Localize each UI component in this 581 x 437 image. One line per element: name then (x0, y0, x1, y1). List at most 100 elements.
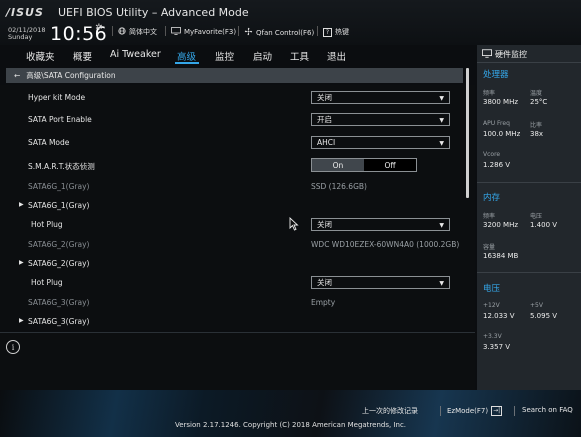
last-modified-label: 上一次的修改记录 (362, 407, 418, 415)
smart-toggle[interactable]: On Off (311, 158, 417, 172)
sata-port-enable-dropdown[interactable]: 开启 ▼ (311, 113, 450, 126)
setting-row-port1-expand[interactable]: ▶ SATA6G_1(Gray) (0, 197, 463, 215)
expand-arrow-icon: ▶ (19, 201, 24, 208)
setting-row-hyper-kit: Hyper kit Mode 关闭 ▼ (0, 89, 463, 107)
hotkeys-button[interactable]: ? 热键 (323, 27, 349, 37)
cpu-temp-label: 温度 (530, 90, 543, 97)
qfan-label: Qfan Control(F6) (256, 28, 315, 37)
vcore-value: 1.286 V (483, 161, 511, 169)
vcore-label: Vcore (483, 151, 501, 158)
hw-divider (477, 272, 581, 273)
ezmode-button[interactable]: EzMode(F7) →| (447, 406, 503, 416)
v5-value: 5.095 V (530, 312, 558, 320)
mem-volt-label: 电压 (530, 213, 543, 220)
hardware-monitor-panel: 硬件监控 处理器 频率 温度 3800 MHz 25°C APU Freq 比率… (477, 45, 581, 390)
device-info: WDC WD10EZEX-60WN4A0 (1000.2GB) (311, 240, 460, 249)
favorite-monitor-icon (171, 27, 181, 37)
v33-value: 3.357 V (483, 343, 511, 351)
settings-list: Hyper kit Mode 关闭 ▼ SATA Port Enable 开启 … (0, 85, 475, 330)
setting-label: SATA6G_2(Gray) (28, 240, 90, 249)
setting-row-sata-port-enable: SATA Port Enable 开启 ▼ (0, 111, 463, 129)
date-display: 02/11/2018 Sunday (8, 27, 45, 41)
sata-mode-dropdown[interactable]: AHCI ▼ (311, 136, 450, 149)
setting-row-sata-mode: SATA Mode AHCI ▼ (0, 134, 463, 152)
breadcrumb[interactable]: ← 高级\SATA Configuration (6, 68, 463, 83)
myfavorite-button[interactable]: MyFavorite(F3) (171, 27, 236, 37)
clock-settings-icon[interactable]: ✲ (95, 23, 103, 33)
language-button[interactable]: 简体中文 (118, 27, 157, 37)
tab-exit[interactable]: 退出 (327, 49, 346, 63)
language-label: 简体中文 (129, 28, 157, 36)
setting-row-port2-expand[interactable]: ▶ SATA6G_2(Gray) (0, 255, 463, 273)
hw-monitor-title-text: 硬件监控 (495, 50, 527, 59)
dropdown-value: 开启 (317, 115, 332, 124)
setting-label: S.M.A.R.T.状态侦测 (28, 162, 95, 171)
footer-separator (514, 406, 515, 416)
header-separator (112, 26, 113, 36)
hotplug2-dropdown[interactable]: 关闭 ▼ (311, 276, 450, 289)
back-arrow-icon[interactable]: ← (14, 71, 20, 80)
caret-down-icon: ▼ (439, 222, 444, 229)
toggle-off[interactable]: Off (364, 159, 416, 171)
hotkeys-label: 热键 (335, 28, 349, 36)
footer-separator (440, 406, 441, 416)
caret-down-icon: ▼ (439, 95, 444, 102)
setting-label: SATA6G_3(Gray) (28, 317, 90, 326)
globe-icon (118, 27, 126, 37)
v12-label: +12V (483, 302, 500, 309)
mem-volt-value: 1.400 V (530, 221, 558, 229)
tab-tool[interactable]: 工具 (290, 49, 309, 63)
last-modified-button[interactable]: 上一次的修改记录 (362, 406, 418, 416)
header-separator (165, 26, 166, 36)
v5-label: +5V (530, 302, 543, 309)
setting-label: Hot Plug (31, 278, 63, 287)
expand-arrow-icon: ▶ (19, 317, 24, 324)
mem-freq-value: 3200 MHz (483, 221, 519, 229)
settings-scrollbar[interactable] (466, 68, 469, 198)
tab-monitor[interactable]: 监控 (215, 49, 234, 63)
apu-freq-label: APU Freq (483, 120, 510, 127)
cpu-freq-label: 频率 (483, 90, 496, 97)
top-header: /ISUS UEFI BIOS Utility – Advanced Mode … (0, 0, 581, 45)
bios-title: UEFI BIOS Utility – Advanced Mode (58, 6, 249, 19)
mem-capacity-value: 16384 MB (483, 252, 519, 260)
memory-heading: 内存 (483, 193, 501, 203)
cpu-ratio-value: 38x (530, 130, 544, 138)
toggle-on[interactable]: On (312, 159, 364, 171)
ezmode-label: EzMode(F7) (447, 407, 489, 415)
setting-row-port3-expand[interactable]: ▶ SATA6G_3(Gray) (0, 313, 463, 331)
v33-label: +3.3V (483, 333, 502, 340)
tab-advanced[interactable]: 高级 (177, 49, 196, 63)
copyright-text: Version 2.17.1246. Copyright (C) 2018 Am… (174, 421, 407, 429)
info-icon: i (6, 340, 20, 354)
v12-value: 12.033 V (483, 312, 515, 320)
caret-down-icon: ▼ (439, 280, 444, 287)
voltage-heading: 电压 (483, 284, 501, 294)
processor-heading: 处理器 (483, 70, 509, 80)
setting-label: SATA6G_1(Gray) (28, 201, 90, 210)
tab-main[interactable]: 概要 (73, 49, 92, 63)
setting-label: SATA6G_1(Gray) (28, 182, 90, 191)
search-faq-button[interactable]: Search on FAQ (522, 406, 573, 414)
hotplug1-dropdown[interactable]: 关闭 ▼ (311, 218, 450, 231)
setting-label: SATA6G_3(Gray) (28, 298, 90, 307)
hw-divider (477, 182, 581, 183)
hw-divider (477, 62, 581, 63)
setting-label: SATA Mode (28, 138, 70, 147)
hyper-kit-mode-dropdown[interactable]: 关闭 ▼ (311, 91, 450, 104)
myfavorite-label: MyFavorite(F3) (184, 28, 237, 36)
cpu-freq-value: 3800 MHz (483, 98, 519, 106)
qfan-control-button[interactable]: Qfan Control(F6) (244, 27, 314, 38)
setting-label: Hyper kit Mode (28, 93, 86, 102)
tab-favorites[interactable]: 收藏夹 (26, 49, 55, 63)
device-info: SSD (126.6GB) (311, 182, 367, 191)
setting-row-port2-info: SATA6G_2(Gray) WDC WD10EZEX-60WN4A0 (100… (0, 236, 463, 254)
main-nav: 收藏夹 概要 Ai Tweaker 高级 监控 启动 工具 退出 (0, 45, 475, 65)
cpu-ratio-label: 比率 (530, 122, 543, 129)
help-description-area (0, 333, 475, 390)
help-box-icon: ? (323, 27, 332, 37)
exit-arrow-icon: →| (491, 406, 503, 416)
tab-ai-tweaker[interactable]: Ai Tweaker (110, 49, 161, 60)
tab-boot[interactable]: 启动 (253, 49, 272, 63)
setting-label: SATA Port Enable (28, 115, 92, 124)
